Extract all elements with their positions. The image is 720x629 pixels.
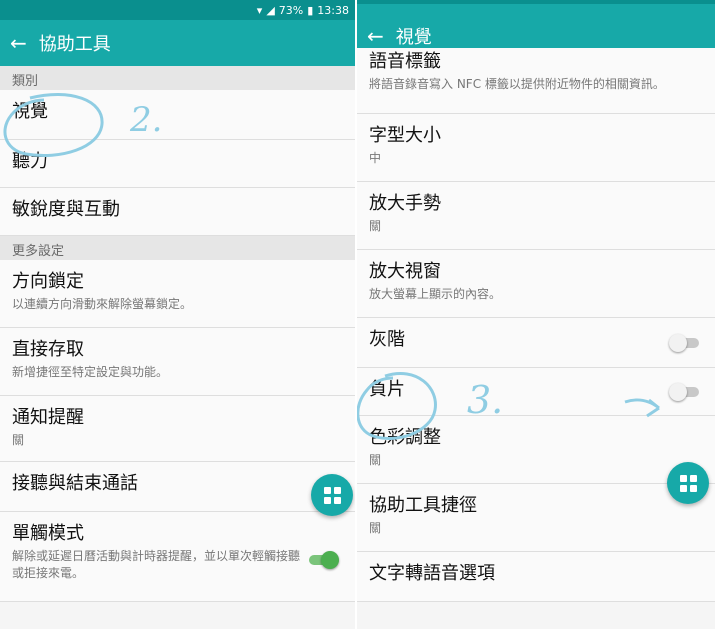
accessibility-menu-button[interactable] [311,474,353,516]
list-item-magnification-gestures[interactable]: 放大手勢 關 [357,182,715,250]
single-tap-mode-toggle[interactable] [309,551,339,569]
page-title: 協助工具 [38,34,111,55]
negative-colors-toggle[interactable] [669,382,699,401]
item-subtitle: 解除或延遲日曆活動與計時器提醒，並以單次輕觸接聽或拒接來電。 [12,549,301,580]
vision-screen: ← 視覺 語音標籤 將語音錄音寫入 NFC 標籤以提供附近物件的相關資訊。 字型… [357,0,715,629]
status-time: 13:38 [317,3,349,17]
item-title: 協助工具捷徑 [369,495,477,516]
list-item-direct-access[interactable]: 直接存取 新增捷徑至特定設定與功能。 [0,328,355,396]
list-item-single-tap-mode[interactable]: 單觸模式 解除或延遲日曆活動與計時器提醒，並以單次輕觸接聽或拒接來電。 [0,512,355,602]
item-subtitle: 放大螢幕上顯示的內容。 [369,287,502,301]
toggle-knob [669,333,687,352]
item-subtitle: 新增捷徑至特定設定與功能。 [12,365,169,379]
battery-icon: ▮ [307,3,314,17]
section-header-category: 類別 [0,66,355,90]
grayscale-toggle[interactable] [669,333,699,352]
item-title: 單觸模式 [12,523,84,544]
item-title: 放大手勢 [369,193,441,214]
item-title: 放大視窗 [369,261,441,282]
list-item-accessibility-shortcut[interactable]: 協助工具捷徑 關 [357,484,715,552]
item-title: 灰階 [369,329,405,350]
grid-icon [679,474,697,492]
list-item-hearing[interactable]: 聽力 [0,140,355,188]
item-title: 直接存取 [12,339,84,360]
item-subtitle: 關 [369,521,382,535]
list-item-magnifier-window[interactable]: 放大視窗 放大螢幕上顯示的內容。 [357,250,715,318]
list-item-negative-colors[interactable]: 負片 [357,368,715,416]
item-subtitle: 將語音錄音寫入 NFC 標籤以提供附近物件的相關資訊。 [369,77,665,91]
item-title: 敏銳度與互動 [12,199,120,220]
list-item-direction-lock[interactable]: 方向鎖定 以連續方向滑動來解除螢幕鎖定。 [0,260,355,328]
item-subtitle: 關 [12,433,25,447]
back-arrow-icon[interactable]: ← [10,31,27,55]
list-item-font-size[interactable]: 字型大小 中 [357,114,715,182]
section-header-more-settings: 更多設定 [0,236,355,260]
item-title: 文字轉語音選項 [369,563,495,584]
list-item-grayscale[interactable]: 灰階 [357,318,715,368]
accessibility-screen: ▾ ◢ 73% ▮ 13:38 ← 協助工具 類別 視覺 聽力 敏銳度與互動 更… [0,0,355,629]
grid-icon [323,486,341,504]
accessibility-menu-button[interactable] [667,462,709,504]
item-subtitle: 關 [369,453,382,467]
item-subtitle: 以連續方向滑動來解除螢幕鎖定。 [12,297,193,311]
status-bar: ▾ ◢ 73% ▮ 13:38 [0,0,355,20]
toggle-knob [669,382,687,401]
signal-icon: ◢ [266,3,275,17]
item-title: 字型大小 [369,125,441,146]
list-item-answer-end-calls[interactable]: 接聽與結束通話 [0,462,355,512]
page-title: 視覺 [395,27,432,48]
list-item-tts-options[interactable]: 文字轉語音選項 [357,552,715,602]
list-item-vision[interactable]: 視覺 [0,90,355,140]
item-subtitle: 關 [369,219,382,233]
item-title: 語音標籤 [369,51,441,72]
screenshot: ▾ ◢ 73% ▮ 13:38 ← 協助工具 類別 視覺 聽力 敏銳度與互動 更… [0,0,720,629]
item-title: 通知提醒 [12,407,84,428]
battery-percent: 73% [278,3,304,17]
app-bar: ← 協助工具 [0,20,355,66]
wifi-icon: ▾ [256,3,263,17]
back-arrow-icon[interactable]: ← [367,24,384,48]
toggle-knob [321,551,339,569]
item-title: 聽力 [12,151,48,172]
list-item-dexterity[interactable]: 敏銳度與互動 [0,188,355,236]
list-item-color-adjustment[interactable]: 色彩調整 關 [357,416,715,484]
list-item-voice-label[interactable]: 語音標籤 將語音錄音寫入 NFC 標籤以提供附近物件的相關資訊。 [357,48,715,114]
item-title: 方向鎖定 [12,271,84,292]
item-subtitle: 中 [369,151,382,165]
item-title: 接聽與結束通話 [12,473,138,494]
item-title: 色彩調整 [369,427,441,448]
list-item-notification-reminder[interactable]: 通知提醒 關 [0,396,355,462]
item-title: 視覺 [12,101,48,122]
item-title: 負片 [369,379,405,400]
